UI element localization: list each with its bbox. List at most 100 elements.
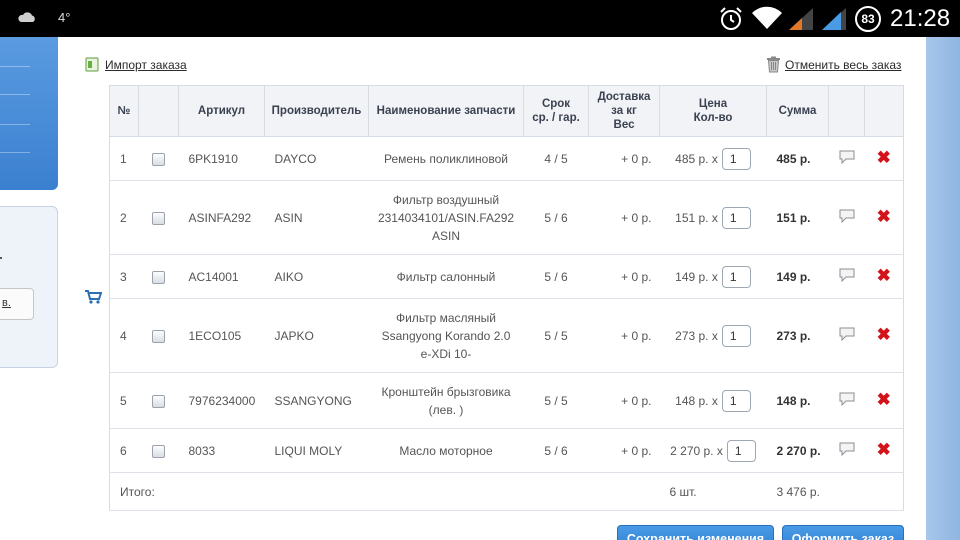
row-delete-cell: ✖ bbox=[864, 372, 904, 429]
left-panel-dot bbox=[0, 257, 2, 259]
header-term-line1: Срок bbox=[541, 98, 571, 110]
delete-icon[interactable]: ✖ bbox=[877, 267, 891, 284]
row-number: 6 bbox=[109, 428, 139, 473]
header-num: № bbox=[109, 85, 139, 137]
row-term: 5 / 6 bbox=[523, 428, 589, 473]
left-info-panel bbox=[0, 206, 58, 368]
part-name-line: Фильтр масляный bbox=[395, 310, 497, 325]
quantity-input[interactable] bbox=[721, 324, 751, 347]
row-delivery: + 0 р. bbox=[588, 136, 660, 181]
row-sum: 485 р. bbox=[766, 136, 829, 181]
part-name-line: Ssangyong Korando 2.0 bbox=[381, 328, 511, 343]
save-changes-button[interactable]: Сохранить изменения bbox=[617, 525, 774, 540]
header-comment bbox=[828, 85, 865, 137]
row-sum: 151 р. bbox=[766, 180, 829, 255]
row-price: 149 р. x bbox=[675, 269, 718, 284]
row-comment-cell bbox=[828, 136, 865, 181]
left-panel-button[interactable]: в. bbox=[0, 288, 34, 320]
delete-icon[interactable]: ✖ bbox=[877, 391, 891, 408]
total-sum: 3 476 р. bbox=[766, 472, 829, 511]
import-order-link[interactable]: Импорт заказа bbox=[85, 57, 187, 72]
delete-icon[interactable]: ✖ bbox=[877, 149, 891, 166]
row-select-checkbox[interactable] bbox=[152, 444, 165, 458]
row-price: 485 р. x bbox=[675, 151, 718, 166]
delete-icon[interactable]: ✖ bbox=[877, 326, 891, 343]
total-empty-1 bbox=[828, 472, 865, 511]
row-price-qty: 151 р. x bbox=[659, 180, 767, 255]
comment-icon[interactable] bbox=[839, 442, 855, 457]
row-number: 1 bbox=[109, 136, 139, 181]
cart-icon[interactable] bbox=[85, 290, 102, 304]
right-edge-panel bbox=[926, 37, 960, 540]
row-select-cell bbox=[138, 372, 179, 429]
row-article: 7976234000 bbox=[178, 372, 265, 429]
row-term: 5 / 5 bbox=[523, 298, 589, 373]
part-name-line: Кронштейн брызговика bbox=[381, 384, 511, 399]
row-select-checkbox[interactable] bbox=[152, 270, 165, 284]
row-number: 4 bbox=[109, 298, 139, 373]
row-part-name: Ремень поликлиновой bbox=[368, 136, 524, 181]
row-term: 5 / 6 bbox=[523, 254, 589, 299]
import-order-label[interactable]: Импорт заказа bbox=[105, 58, 187, 72]
comment-icon[interactable] bbox=[839, 209, 855, 224]
row-select-cell bbox=[138, 180, 179, 255]
status-bar: 4° 83 21:28 bbox=[0, 0, 960, 37]
row-number: 2 bbox=[109, 180, 139, 255]
row-select-checkbox[interactable] bbox=[152, 211, 165, 225]
row-article: 6PK1910 bbox=[178, 136, 265, 181]
quantity-input[interactable] bbox=[721, 389, 751, 412]
row-maker: DAYCO bbox=[264, 136, 369, 181]
signal-sim1-icon bbox=[789, 8, 813, 30]
signal-sim2-icon bbox=[822, 8, 846, 30]
cancel-order-label[interactable]: Отменить весь заказ bbox=[785, 58, 901, 72]
place-order-button[interactable]: Оформить заказ bbox=[782, 525, 904, 540]
row-article: ASINFA292 bbox=[178, 180, 265, 255]
row-term: 4 / 5 bbox=[523, 136, 589, 181]
row-delivery: + 0 р. bbox=[588, 180, 660, 255]
comment-icon[interactable] bbox=[839, 327, 855, 342]
left-menu-panel[interactable] bbox=[0, 37, 58, 190]
row-sum: 273 р. bbox=[766, 298, 829, 373]
header-price-line2: Кол-во bbox=[693, 112, 733, 124]
row-select-cell bbox=[138, 254, 179, 299]
header-term: Срок ср. / гар. bbox=[523, 85, 589, 137]
header-delete bbox=[864, 85, 904, 137]
row-maker: LIQUI MOLY bbox=[264, 428, 369, 473]
part-name-line: 2314034101/ASIN.FA292 bbox=[377, 210, 515, 225]
row-maker: AIKO bbox=[264, 254, 369, 299]
header-delivery-line1: Доставка bbox=[597, 91, 651, 103]
row-delivery: + 0 р. bbox=[588, 428, 660, 473]
table-row: 5 7976234000 SSANGYONG Кронштейн брызговика… bbox=[109, 372, 904, 429]
row-delete-cell: ✖ bbox=[864, 136, 904, 181]
quantity-input[interactable] bbox=[726, 439, 756, 462]
row-number: 5 bbox=[109, 372, 139, 429]
total-empty-2 bbox=[864, 472, 904, 511]
header-delivery: Доставка за кг Вес bbox=[588, 85, 660, 137]
table-row: 4 1ECO105 JAPKO Фильтр масляный Ssangyong Ko… bbox=[109, 298, 904, 373]
row-price-qty: 2 270 р. x bbox=[659, 428, 767, 473]
cancel-order-link[interactable]: Отменить весь заказ bbox=[766, 56, 901, 73]
part-name-line: e-XDi 10- bbox=[420, 346, 472, 361]
table-row: 1 6PK1910 DAYCO Ремень поликлиновой 4 / 5 + 0… bbox=[109, 136, 904, 181]
row-comment-cell bbox=[828, 372, 865, 429]
quantity-input[interactable] bbox=[721, 206, 751, 229]
comment-icon[interactable] bbox=[839, 150, 855, 165]
table-row: 6 8033 LIQUI MOLY Масло моторное 5 / 6 + 0 р.… bbox=[109, 428, 904, 473]
delete-icon[interactable]: ✖ bbox=[877, 441, 891, 458]
quantity-input[interactable] bbox=[721, 147, 751, 170]
header-term-line2: ср. / гар. bbox=[532, 112, 580, 124]
delete-icon[interactable]: ✖ bbox=[877, 208, 891, 225]
row-comment-cell bbox=[828, 254, 865, 299]
table-row: 3 AC14001 AIKO Фильтр салонный 5 / 6 + 0 р. 14… bbox=[109, 254, 904, 299]
row-select-checkbox[interactable] bbox=[152, 394, 165, 408]
header-delivery-line3: Вес bbox=[613, 119, 635, 131]
comment-icon[interactable] bbox=[839, 268, 855, 283]
quantity-input[interactable] bbox=[721, 265, 751, 288]
clock: 21:28 bbox=[890, 5, 951, 32]
row-select-checkbox[interactable] bbox=[152, 329, 165, 343]
row-sum: 148 р. bbox=[766, 372, 829, 429]
comment-icon[interactable] bbox=[839, 392, 855, 407]
row-delete-cell: ✖ bbox=[864, 298, 904, 373]
row-select-checkbox[interactable] bbox=[152, 152, 165, 166]
table-row: 2 ASINFA292 ASIN Фильтр воздушный 2314034101… bbox=[109, 180, 904, 255]
